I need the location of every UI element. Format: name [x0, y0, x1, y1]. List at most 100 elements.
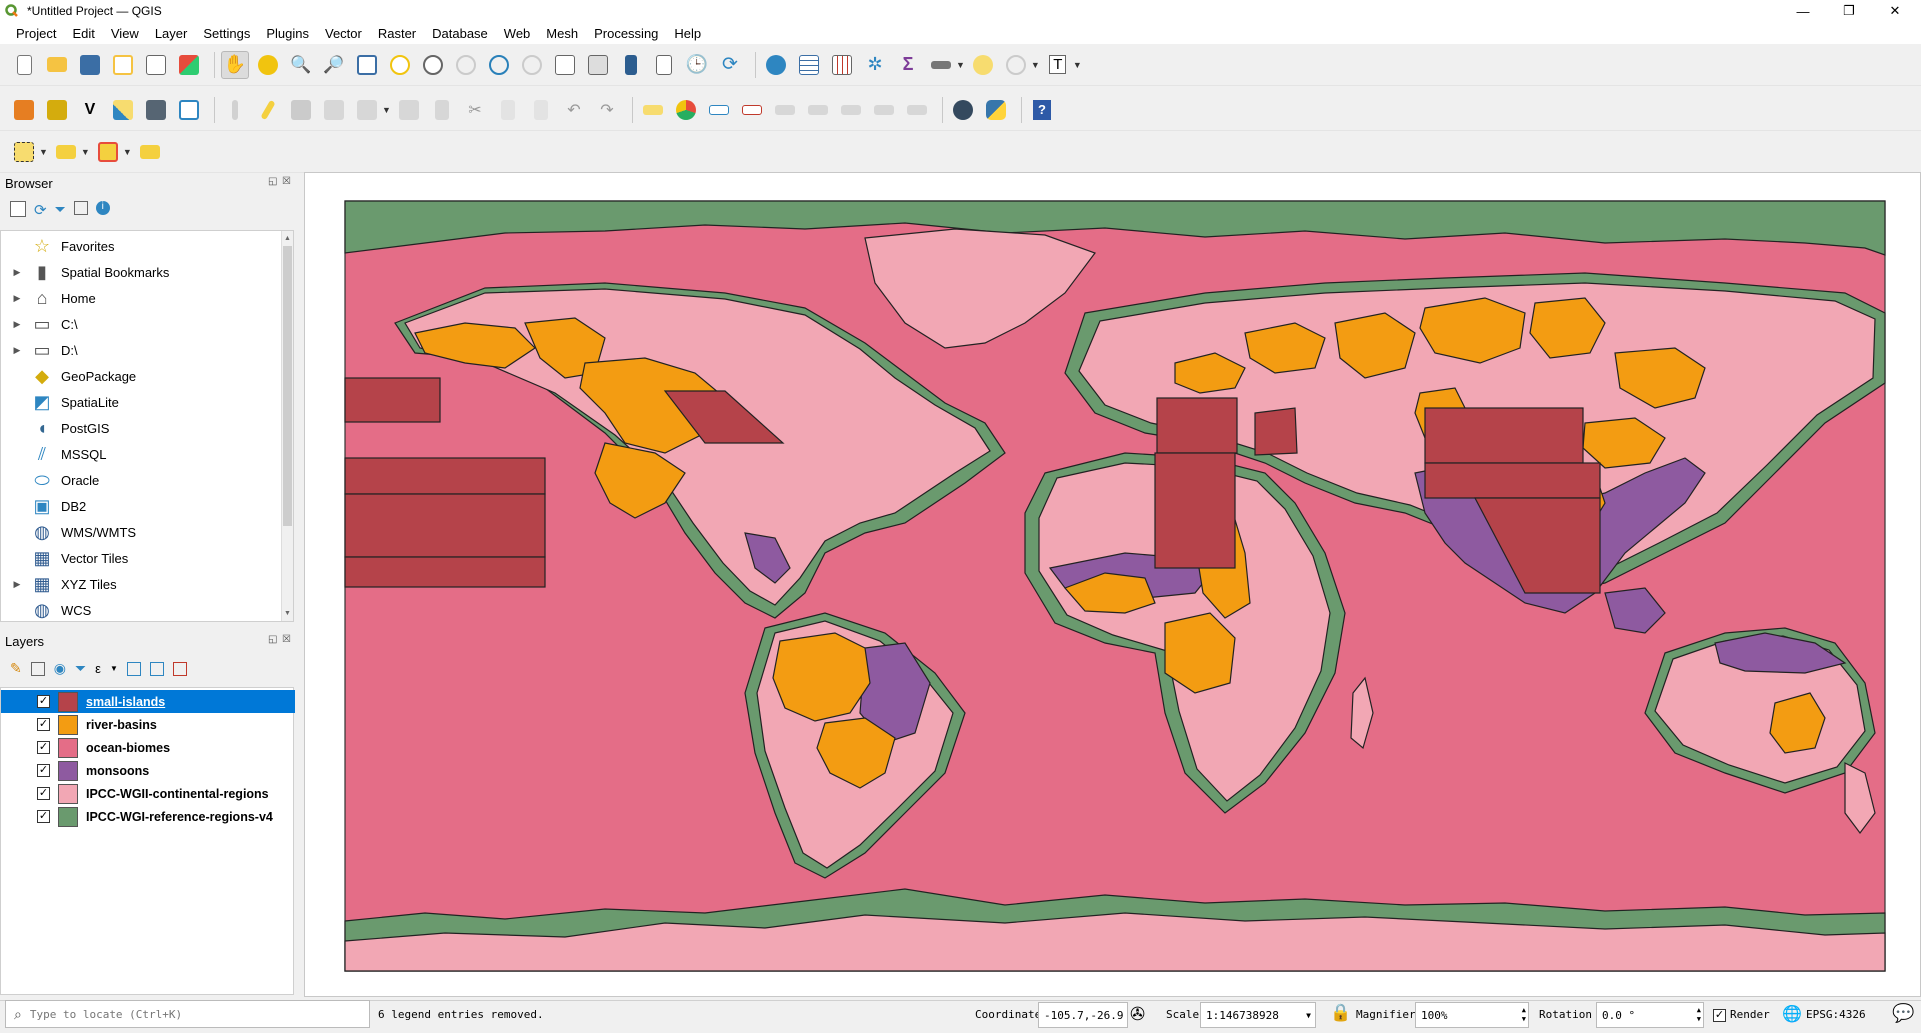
filter-icon[interactable]: ⏷ — [55, 201, 66, 219]
add-feature-button[interactable] — [320, 96, 348, 124]
pan-map-button[interactable]: ✋ — [221, 50, 249, 79]
browser-item[interactable]: ◖ PostGIS — [1, 415, 281, 441]
menu-edit[interactable]: Edit — [64, 26, 102, 41]
python-console-button[interactable] — [982, 96, 1010, 124]
layer-visibility-checkbox[interactable]: ✓ — [37, 764, 50, 777]
crs-globe-icon[interactable]: 🌐 — [1782, 1004, 1802, 1024]
new-project-button[interactable] — [10, 51, 38, 79]
filter-expression-icon[interactable]: ε — [95, 661, 101, 676]
browser-item[interactable]: ◍ WMS/WMTS — [1, 519, 281, 545]
select-location-button[interactable] — [136, 138, 164, 166]
browser-item[interactable]: ⫽ MSSQL — [1, 441, 281, 467]
layer-symbol-swatch[interactable] — [58, 783, 78, 804]
browser-item[interactable]: ☆ Favorites — [1, 233, 281, 259]
style-manager-button[interactable] — [175, 51, 203, 79]
settings-button[interactable]: ✲ — [861, 51, 889, 79]
temporal-controller-button[interactable]: 🕒 — [683, 51, 711, 79]
layer-visibility-checkbox[interactable]: ✓ — [37, 810, 50, 823]
expand-arrow-icon[interactable]: ▶ — [9, 319, 25, 330]
zoom-last-button[interactable] — [485, 51, 513, 79]
lock-scale-icon[interactable]: 🔒 — [1330, 1003, 1351, 1023]
current-edits-button[interactable] — [221, 96, 249, 124]
chevron-down-icon[interactable]: ▼ — [110, 664, 118, 673]
select-features-button[interactable] — [10, 138, 38, 166]
chevron-down-icon[interactable]: ▼ — [382, 105, 391, 115]
panel-float-icon[interactable]: ◱ — [268, 176, 277, 187]
browser-item[interactable]: ▦ Vector Tiles — [1, 545, 281, 571]
crs-button[interactable]: EPSG:4326 — [1806, 1008, 1866, 1021]
select-locate-button[interactable] — [1002, 51, 1030, 79]
chevron-down-icon[interactable]: ▼ — [123, 147, 132, 157]
browser-item[interactable]: ◩ SpatiaLite — [1, 389, 281, 415]
browser-scrollbar[interactable]: ▲ ▼ — [281, 231, 293, 621]
locator-bar[interactable]: ⌕ — [5, 1000, 370, 1028]
menu-help[interactable]: Help — [666, 26, 709, 41]
layer-symbol-swatch[interactable] — [58, 737, 78, 758]
spin-arrows-icon[interactable]: ▲ ▼ — [1522, 1006, 1526, 1024]
menu-project[interactable]: Project — [8, 26, 64, 41]
browser-item[interactable]: ▶ ▭ C:\ — [1, 311, 281, 337]
locator-input[interactable] — [29, 1007, 350, 1021]
pin-label-button[interactable] — [771, 96, 799, 124]
menu-plugins[interactable]: Plugins — [258, 26, 317, 41]
zoom-next-button[interactable] — [518, 51, 546, 79]
map-tips-button[interactable] — [969, 51, 997, 79]
toggle-editing-button[interactable] — [254, 96, 282, 124]
zoom-to-layer-button[interactable] — [419, 51, 447, 79]
undo-button[interactable]: ↶ — [560, 96, 588, 124]
menu-view[interactable]: View — [103, 26, 147, 41]
panel-float-icon[interactable]: ◱ — [268, 634, 277, 645]
identify-features-button[interactable] — [762, 51, 790, 79]
zoom-in-button[interactable]: 🔍 — [287, 51, 315, 79]
maximize-button[interactable]: ❐ — [1826, 0, 1872, 22]
chevron-down-icon[interactable]: ▼ — [1073, 60, 1082, 70]
layer-visibility-checkbox[interactable]: ✓ — [37, 695, 50, 708]
spin-arrows-icon[interactable]: ▲ ▼ — [1697, 1006, 1701, 1024]
menu-layer[interactable]: Layer — [147, 26, 196, 41]
zoom-out-button[interactable]: 🔎 — [320, 51, 348, 79]
expand-arrow-icon[interactable]: ▶ — [9, 579, 25, 590]
new-map-view-button[interactable] — [551, 51, 579, 79]
statistical-summary-button[interactable] — [828, 51, 856, 79]
open-project-button[interactable] — [43, 51, 71, 79]
layer-symbol-swatch[interactable] — [58, 806, 78, 827]
magnifier-field[interactable]: 100% ▲ ▼ — [1415, 1002, 1529, 1028]
coordinate-field[interactable]: -105.7,-26.9 — [1038, 1002, 1128, 1028]
browser-item[interactable]: ▶ ▭ D:\ — [1, 337, 281, 363]
data-source-manager-button[interactable] — [10, 96, 38, 124]
collapse-all-icon[interactable] — [149, 661, 164, 676]
rotation-field[interactable]: 0.0 ° ▲ ▼ — [1596, 1002, 1704, 1028]
menu-vector[interactable]: Vector — [317, 26, 370, 41]
browser-item[interactable]: ▶ ▦ XYZ Tiles — [1, 571, 281, 597]
render-checkbox[interactable]: ✓ — [1713, 1009, 1726, 1022]
chevron-down-icon[interactable]: ▼ — [956, 60, 965, 70]
layer-item[interactable]: ✓ ocean-biomes — [1, 736, 295, 759]
expand-arrow-icon[interactable]: ▶ — [9, 345, 25, 356]
diagram-button[interactable] — [672, 96, 700, 124]
menu-mesh[interactable]: Mesh — [538, 26, 586, 41]
label-highlight-button[interactable] — [705, 96, 733, 124]
labeling-button[interactable] — [639, 96, 667, 124]
save-edits-button[interactable] — [287, 96, 315, 124]
map-render[interactable] — [305, 173, 1921, 998]
show-hide-label-button[interactable] — [804, 96, 832, 124]
map-canvas[interactable] — [304, 172, 1921, 997]
field-calculator-button[interactable]: Σ — [894, 51, 922, 79]
layer-item[interactable]: ✓ monsoons — [1, 759, 295, 782]
chevron-down-icon[interactable]: ▼ — [1306, 1011, 1311, 1020]
layer-symbol-swatch[interactable] — [58, 714, 78, 735]
messages-icon[interactable]: 💬 — [1892, 1003, 1914, 1024]
refresh-button[interactable]: ⟳ — [716, 51, 744, 79]
browser-item[interactable]: ◆ GeoPackage — [1, 363, 281, 389]
close-button[interactable]: ✕ — [1872, 0, 1918, 22]
pan-to-selection-button[interactable] — [254, 51, 282, 79]
chevron-down-icon[interactable]: ▼ — [39, 147, 48, 157]
vertex-tool-button[interactable] — [353, 96, 381, 124]
layer-item[interactable]: ✓ small-islands — [1, 690, 295, 713]
layer-visibility-checkbox[interactable]: ✓ — [37, 741, 50, 754]
filter-legend-icon[interactable]: ⏷ — [75, 660, 86, 677]
layer-item[interactable]: ✓ river-basins — [1, 713, 295, 736]
minimize-button[interactable]: — — [1780, 0, 1826, 22]
layer-item[interactable]: ✓ IPCC-WGI-reference-regions-v4 — [1, 805, 295, 828]
new-shapefile-layer-button[interactable]: V — [76, 96, 104, 124]
